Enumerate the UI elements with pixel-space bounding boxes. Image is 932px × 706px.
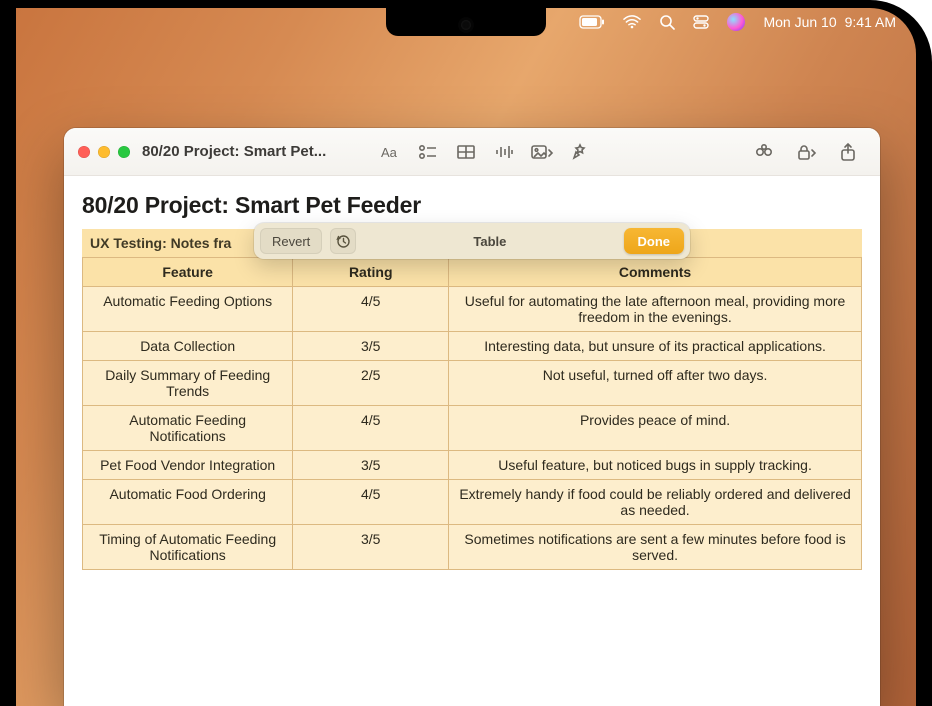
camera-dot xyxy=(461,20,471,30)
cell-comments[interactable]: Not useful, turned off after two days. xyxy=(449,361,862,406)
cell-comments[interactable]: Sometimes notifications are sent a few m… xyxy=(449,525,862,570)
svg-text:Aa: Aa xyxy=(381,145,398,160)
cell-feature[interactable]: Daily Summary of Feeding Trends xyxy=(83,361,293,406)
col-rating[interactable]: Rating xyxy=(293,258,449,287)
col-comments[interactable]: Comments xyxy=(449,258,862,287)
titlebar: 80/20 Project: Smart Pet... Aa xyxy=(64,128,880,176)
wifi-icon[interactable] xyxy=(623,15,641,29)
table-row[interactable]: Timing of Automatic Feeding Notification… xyxy=(83,525,862,570)
cell-rating[interactable]: 3/5 xyxy=(293,525,449,570)
menu-date: Mon Jun 10 xyxy=(763,14,836,30)
battery-icon[interactable] xyxy=(579,15,605,29)
desktop: Mon Jun 10 9:41 AM 80/20 Project: Smart … xyxy=(16,8,916,706)
toolbar: Aa xyxy=(372,137,866,167)
cell-feature[interactable]: Timing of Automatic Feeding Notification… xyxy=(83,525,293,570)
cell-rating[interactable]: 3/5 xyxy=(293,332,449,361)
media-button[interactable] xyxy=(524,137,560,167)
close-button[interactable] xyxy=(78,146,90,158)
cell-feature[interactable]: Automatic Feeding Options xyxy=(83,287,293,332)
cell-comments[interactable]: Provides peace of mind. xyxy=(449,406,862,451)
notes-window: 80/20 Project: Smart Pet... Aa xyxy=(64,128,880,706)
revert-button[interactable]: Revert xyxy=(260,228,322,254)
note-content[interactable]: 80/20 Project: Smart Pet Feeder UX Testi… xyxy=(64,176,880,570)
menu-clock[interactable]: Mon Jun 10 9:41 AM xyxy=(763,14,896,30)
table-row[interactable]: Automatic Feeding Notifications4/5Provid… xyxy=(83,406,862,451)
cell-comments[interactable]: Useful feature, but noticed bugs in supp… xyxy=(449,451,862,480)
window-controls xyxy=(78,146,130,158)
table-row[interactable]: Data Collection3/5Interesting data, but … xyxy=(83,332,862,361)
audio-button[interactable] xyxy=(486,137,522,167)
table-edit-toolbar: Revert Table Done xyxy=(254,223,690,259)
cell-rating[interactable]: 3/5 xyxy=(293,451,449,480)
cell-feature[interactable]: Automatic Food Ordering xyxy=(83,480,293,525)
table-area: UX Testing: Notes fra Revert Table Done xyxy=(82,229,862,570)
col-feature[interactable]: Feature xyxy=(83,258,293,287)
cell-comments[interactable]: Interesting data, but unsure of its prac… xyxy=(449,332,862,361)
cell-comments[interactable]: Extremely handy if food could be reliabl… xyxy=(449,480,862,525)
table-row[interactable]: Pet Food Vendor Integration3/5Useful fea… xyxy=(83,451,862,480)
table-row[interactable]: Automatic Feeding Options4/5Useful for a… xyxy=(83,287,862,332)
siri-icon[interactable] xyxy=(727,13,745,31)
table-row[interactable]: Automatic Food Ordering4/5Extremely hand… xyxy=(83,480,862,525)
control-center-icon[interactable] xyxy=(693,15,709,29)
lock-button[interactable] xyxy=(788,137,824,167)
cell-rating[interactable]: 4/5 xyxy=(293,406,449,451)
checklist-button[interactable] xyxy=(410,137,446,167)
feature-table[interactable]: Feature Rating Comments Automatic Feedin… xyxy=(82,257,862,570)
link-button[interactable] xyxy=(746,137,782,167)
cell-feature[interactable]: Data Collection xyxy=(83,332,293,361)
cell-rating[interactable]: 4/5 xyxy=(293,287,449,332)
window-title: 80/20 Project: Smart Pet... xyxy=(142,143,352,160)
display-notch xyxy=(386,8,546,36)
table-mode-label: Table xyxy=(364,234,615,249)
device-frame: Mon Jun 10 9:41 AM 80/20 Project: Smart … xyxy=(0,0,932,706)
cell-comments[interactable]: Useful for automating the late afternoon… xyxy=(449,287,862,332)
search-icon[interactable] xyxy=(659,14,675,30)
note-title: 80/20 Project: Smart Pet Feeder xyxy=(82,192,862,219)
format-button[interactable]: Aa xyxy=(372,137,408,167)
cell-rating[interactable]: 4/5 xyxy=(293,480,449,525)
done-button[interactable]: Done xyxy=(624,228,685,254)
cell-feature[interactable]: Automatic Feeding Notifications xyxy=(83,406,293,451)
table-header-row: Feature Rating Comments xyxy=(83,258,862,287)
share-button[interactable] xyxy=(830,137,866,167)
table-row[interactable]: Daily Summary of Feeding Trends2/5Not us… xyxy=(83,361,862,406)
table-button[interactable] xyxy=(448,137,484,167)
cell-feature[interactable]: Pet Food Vendor Integration xyxy=(83,451,293,480)
writing-tools-button[interactable] xyxy=(562,137,598,167)
cell-rating[interactable]: 2/5 xyxy=(293,361,449,406)
history-button[interactable] xyxy=(330,228,356,254)
menu-time: 9:41 AM xyxy=(845,14,896,30)
fullscreen-button[interactable] xyxy=(118,146,130,158)
minimize-button[interactable] xyxy=(98,146,110,158)
